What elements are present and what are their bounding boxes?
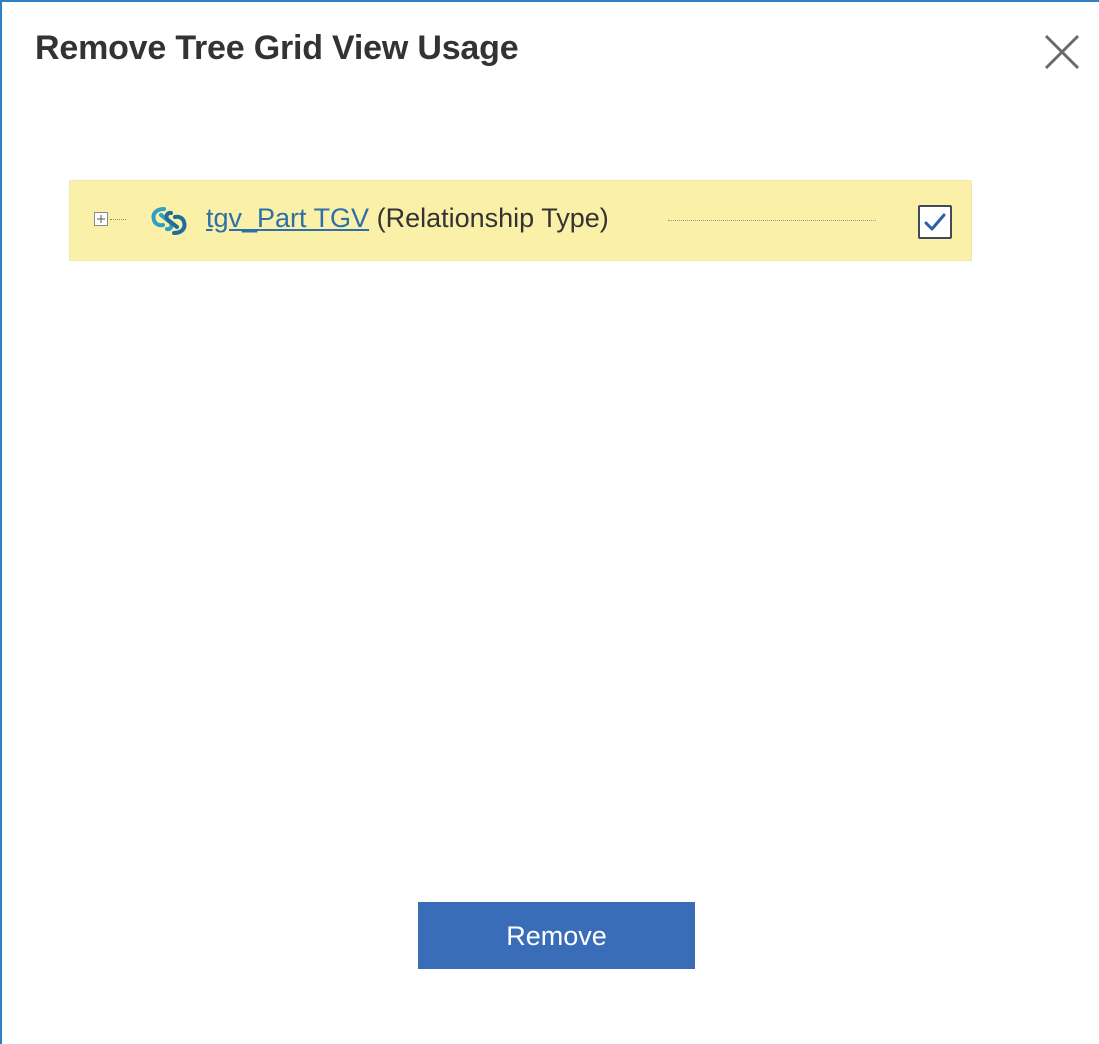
close-icon[interactable] (1040, 30, 1084, 74)
item-checkbox[interactable] (918, 205, 952, 239)
item-link[interactable]: tgv_Part TGV (206, 203, 369, 233)
tree-node-label: tgv_Part TGV (Relationship Type) (206, 203, 609, 234)
tree-connector (110, 219, 126, 220)
checkmark-icon (924, 213, 946, 231)
tree-leader-line (668, 220, 876, 221)
remove-usage-dialog: Remove Tree Grid View Usage tgv_Part TGV… (0, 0, 1099, 1044)
item-type-label: (Relationship Type) (376, 203, 609, 233)
dialog-title: Remove Tree Grid View Usage (35, 29, 519, 67)
remove-button[interactable]: Remove (418, 902, 695, 969)
relationship-icon (148, 201, 190, 241)
tree-row[interactable]: tgv_Part TGV (Relationship Type) (69, 180, 972, 261)
plus-box-icon[interactable] (94, 212, 108, 226)
